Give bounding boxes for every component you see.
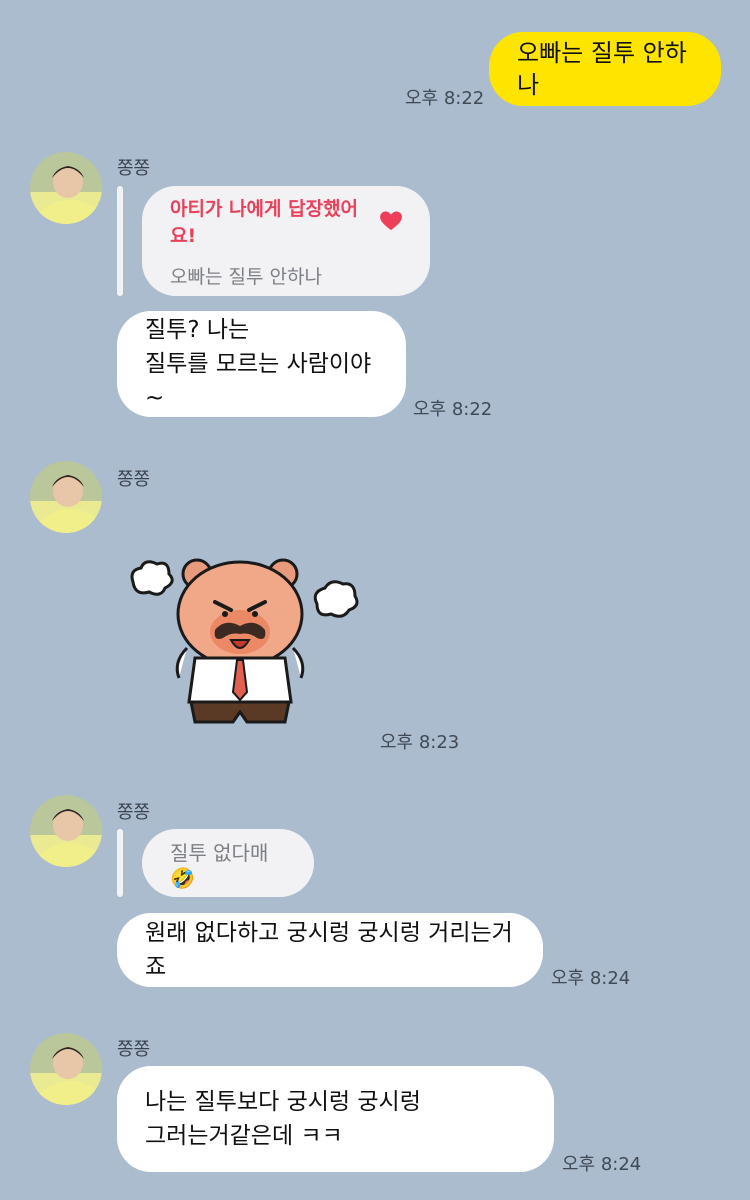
sender-name: 쫑쫑 xyxy=(117,469,151,490)
message-bubble[interactable]: 원래 없다하고 궁시렁 궁시렁 거리는거죠 xyxy=(117,913,543,987)
sticker[interactable] xyxy=(125,552,365,732)
avatar[interactable] xyxy=(30,461,102,533)
sender-name: 쫑쫑 xyxy=(117,1039,151,1060)
sender-name: 쫑쫑 xyxy=(117,158,151,179)
message-bubble[interactable]: 질투? 나는 질투를 모르는 사람이야~ xyxy=(117,311,406,417)
message-time: 오후 8:24 xyxy=(562,1154,642,1175)
avatar[interactable] xyxy=(30,1033,102,1105)
message-line: 질투를 모르는 사람이야~ xyxy=(145,351,372,411)
message-line: 질투? 나는 xyxy=(145,317,250,343)
reply-card[interactable]: 질투 없다매🤣 xyxy=(142,829,314,897)
reply-indicator-bar xyxy=(117,186,123,296)
reply-quote: 질투 없다매🤣 xyxy=(170,840,269,890)
profile-photo-icon xyxy=(30,1033,102,1105)
message-line: 나는 질투보다 궁시렁 궁시렁 xyxy=(145,1089,421,1115)
avatar[interactable] xyxy=(30,152,102,224)
reply-card[interactable]: 아티가 나에게 답장했어요! 오빠는 질투 안하나 xyxy=(142,186,430,296)
heart-icon xyxy=(380,210,402,231)
message-line: 그러는거같은데 ㅋㅋ xyxy=(145,1123,343,1149)
reply-header-text: 아티가 나에게 답장했어요! xyxy=(170,197,359,247)
message-bubble[interactable]: 나는 질투보다 궁시렁 궁시렁 그러는거같은데 ㅋㅋ xyxy=(117,1066,554,1172)
reply-header: 아티가 나에게 답장했어요! xyxy=(170,194,402,248)
profile-photo-icon xyxy=(30,461,102,533)
message-text: 원래 없다하고 궁시렁 궁시렁 거리는거죠 xyxy=(145,920,513,980)
avatar[interactable] xyxy=(30,795,102,867)
profile-photo-icon xyxy=(30,795,102,867)
reply-indicator-bar xyxy=(117,829,123,897)
reply-quote: 오빠는 질투 안하나 xyxy=(170,265,322,288)
angry-bear-sticker-icon xyxy=(130,558,359,724)
message-time: 오후 8:22 xyxy=(405,88,485,109)
message-time: 오후 8:22 xyxy=(413,399,493,420)
sender-name: 쫑쫑 xyxy=(117,802,151,823)
profile-photo-icon xyxy=(30,152,102,224)
my-message-bubble[interactable]: 오빠는 질투 안하나 xyxy=(489,32,721,106)
message-time: 오후 8:23 xyxy=(380,732,460,753)
message-time: 오후 8:24 xyxy=(551,968,631,989)
message-text: 오빠는 질투 안하나 xyxy=(517,39,687,99)
